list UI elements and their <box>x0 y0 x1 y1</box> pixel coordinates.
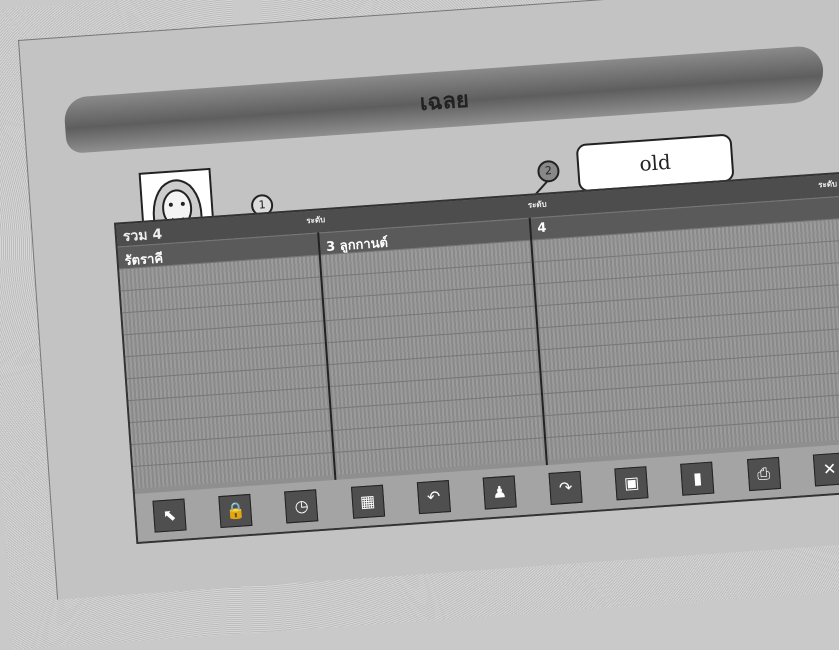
grid-icon[interactable]: ▦ <box>350 484 385 519</box>
close-icon[interactable]: ✕ <box>812 452 839 487</box>
screen-frame: เฉลย 1 2 old รวม 4 ระดับ ระดับ ระดับ รัต… <box>18 0 839 600</box>
column-header-2[interactable]: ระดับ <box>527 198 547 212</box>
redo-icon[interactable]: ↷ <box>548 470 583 505</box>
chart-icon[interactable]: ▮ <box>680 461 715 496</box>
pointer-icon[interactable]: ⬉ <box>152 498 187 533</box>
cell-level[interactable]: 4 <box>537 221 547 237</box>
clock-icon[interactable]: ◷ <box>284 489 319 524</box>
person-icon[interactable]: ♟ <box>482 475 517 510</box>
undo-icon[interactable]: ↶ <box>416 480 451 515</box>
layout-icon[interactable]: ▣ <box>614 466 649 501</box>
print-icon[interactable]: ⎙ <box>746 456 781 492</box>
column-header-1[interactable]: ระดับ <box>306 213 326 227</box>
data-grid: รวม 4 ระดับ ระดับ ระดับ รัตราคี 3 ลูกกาน… <box>113 171 839 544</box>
lock-icon[interactable]: 🔒 <box>218 493 253 529</box>
column-header-3[interactable]: ระดับ <box>818 177 838 191</box>
